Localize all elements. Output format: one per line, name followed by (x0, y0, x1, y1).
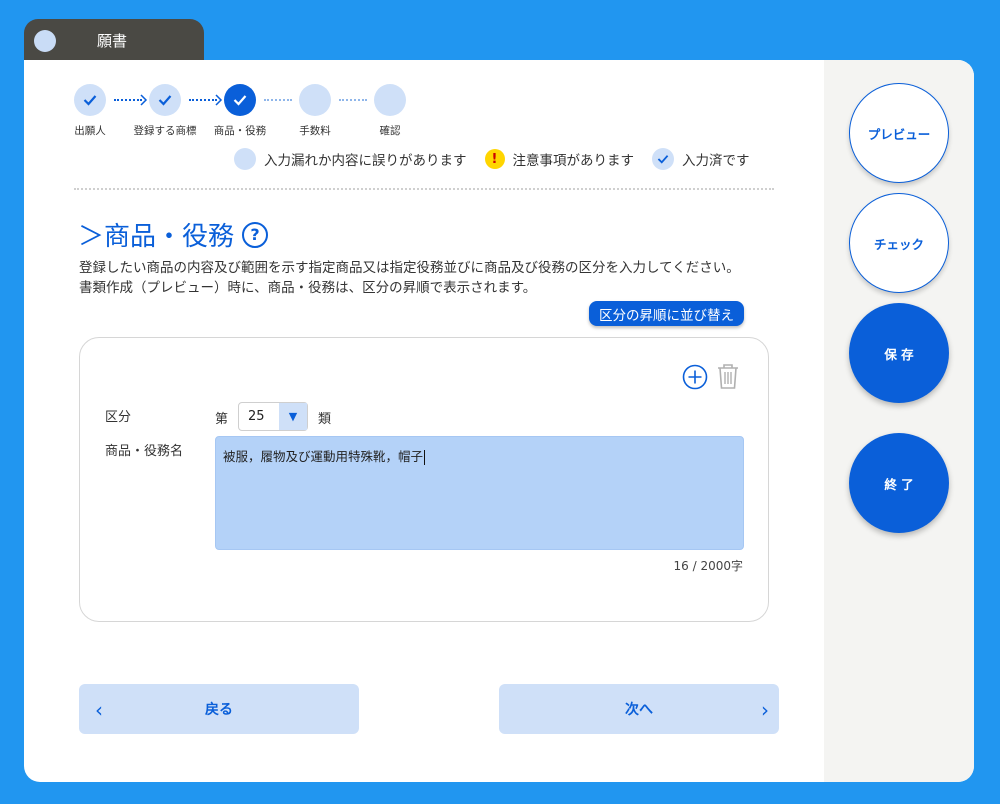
sort-by-class-button[interactable]: 区分の昇順に並び替え (589, 301, 744, 326)
page-title: 商品・役務 (104, 222, 235, 252)
dropdown-arrow-icon: ▼ (279, 403, 307, 430)
preview-button[interactable]: プレビュー (849, 83, 949, 183)
chevron-left-icon: ‹ (95, 698, 103, 722)
arrow-right-icon (215, 94, 223, 106)
help-icon[interactable]: ? (242, 221, 269, 248)
exit-button[interactable]: 終 了 (849, 433, 949, 533)
window-dot-icon (34, 30, 56, 52)
legend-done: 入力済です (652, 148, 750, 170)
step-3-label: 商品・役務 (213, 125, 267, 137)
step-3-circle[interactable] (224, 84, 256, 116)
class-select-value: 25 (248, 409, 265, 424)
chevron-right-icon: › (761, 698, 769, 722)
step-5-label: 確認 (379, 125, 401, 137)
legend-warning: ! 注意事項があります (484, 149, 634, 169)
goods-services-form: 区分 第 25 ▼ 類 商品・役務名 被服，履物及び運動用特殊靴，帽子 16 /… (79, 337, 769, 622)
add-icon[interactable] (682, 364, 708, 390)
status-legend: 入力漏れか内容に誤りがあります ! 注意事項があります 入力済です (234, 148, 768, 170)
empty-circle-icon (234, 148, 256, 170)
step-1-circle[interactable] (74, 84, 106, 116)
back-button[interactable]: ‹ 戻る (79, 684, 359, 734)
check-circle-icon (652, 148, 674, 170)
check-icon (83, 95, 97, 106)
step-1-label: 出願人 (74, 125, 106, 137)
check-icon (158, 95, 172, 106)
step-connector-1 (114, 94, 148, 106)
class-label: 区分 (105, 410, 132, 425)
divider (74, 188, 774, 190)
trash-icon[interactable] (716, 362, 740, 390)
check-icon (233, 95, 247, 106)
section-heading: ＞ 商品・役務 ? (78, 216, 269, 253)
class-select[interactable]: 25 ▼ (238, 402, 308, 431)
step-2-label: 登録する商標 (133, 125, 197, 137)
step-5-circle[interactable] (374, 84, 406, 116)
class-suffix: 類 (318, 412, 332, 427)
arrow-right-icon (140, 94, 148, 106)
class-prefix: 第 (215, 412, 229, 427)
check-button[interactable]: チェック (849, 193, 949, 293)
step-connector-4 (339, 99, 367, 101)
step-4-circle[interactable] (299, 84, 331, 116)
goods-label: 商品・役務名 (105, 444, 184, 459)
main-card: 出願人 登録する商標 商品・役務 手数料 確認 入力漏れか内容に誤りがあります … (24, 60, 974, 782)
text-caret (424, 450, 426, 465)
step-4-label: 手数料 (299, 125, 331, 137)
step-2-circle[interactable] (149, 84, 181, 116)
save-button[interactable]: 保 存 (849, 303, 949, 403)
goods-services-textarea[interactable]: 被服，履物及び運動用特殊靴，帽子 (215, 436, 744, 550)
section-prefix: ＞ (78, 222, 105, 252)
warning-icon: ! (484, 149, 505, 169)
section-description: 登録したい商品の内容及び範囲を示す指定商品又は指定役務並びに商品及び役務の区分を… (79, 260, 740, 296)
step-connector-3 (264, 99, 292, 101)
next-button[interactable]: 次へ › (499, 684, 779, 734)
step-connector-2 (189, 94, 223, 106)
legend-missing: 入力漏れか内容に誤りがあります (234, 148, 467, 170)
window-title: 願書 (97, 32, 128, 50)
char-count: 16 / 2000字 (673, 559, 743, 573)
